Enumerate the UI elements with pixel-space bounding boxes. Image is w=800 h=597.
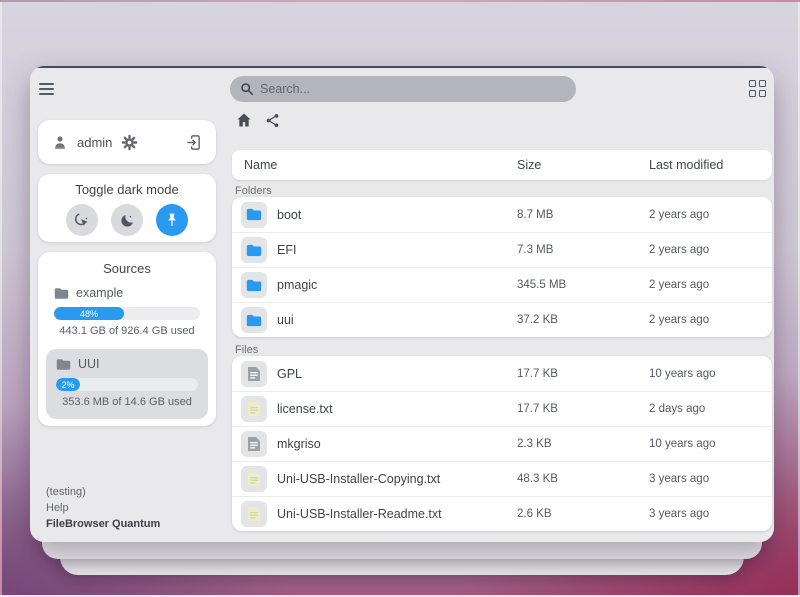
- item-size: 17.7 KB: [517, 403, 649, 415]
- file-row[interactable]: Uni-USB-Installer-Copying.txt 48.3 KB 3 …: [232, 461, 772, 496]
- breadcrumb: [234, 110, 282, 130]
- item-modified: 10 years ago: [649, 368, 772, 380]
- gear-icon: [121, 134, 138, 151]
- moon-icon: [119, 212, 136, 229]
- item-modified: 2 years ago: [649, 279, 772, 291]
- folder-icon: [241, 272, 267, 298]
- text-file-icon: [241, 501, 267, 527]
- item-name: EFI: [277, 243, 296, 257]
- view-mode-grid-button[interactable]: [749, 80, 767, 98]
- search-bar[interactable]: [230, 76, 576, 102]
- auto-theme-button[interactable]: [66, 204, 98, 236]
- logout-button[interactable]: [185, 134, 202, 151]
- item-name: uui: [277, 313, 294, 327]
- source-item-example[interactable]: example: [54, 286, 200, 300]
- usage-text: 353.6 MB of 14.6 GB used: [46, 396, 208, 408]
- version-label: (testing): [46, 484, 160, 500]
- dark-mode-card: Toggle dark mode: [38, 174, 216, 242]
- item-modified: 2 years ago: [649, 314, 772, 326]
- item-size: 48.3 KB: [517, 473, 649, 485]
- item-size: 345.5 MB: [517, 279, 649, 291]
- search-icon: [240, 82, 254, 96]
- folders-section-label: Folders: [235, 185, 272, 197]
- dark-mode-label: Toggle dark mode: [38, 182, 216, 197]
- menu-toggle-button[interactable]: [39, 81, 59, 97]
- item-size: 2.3 KB: [517, 438, 649, 450]
- pushpin-icon: [164, 212, 180, 228]
- item-name: mkgriso: [277, 437, 321, 451]
- listing-header: Name Size Last modified: [232, 150, 772, 180]
- item-size: 2.6 KB: [517, 508, 649, 520]
- sidebar-footer: (testing) Help FileBrowser Quantum: [46, 484, 160, 532]
- column-name[interactable]: Name: [232, 158, 517, 172]
- folder-row[interactable]: EFI 7.3 MB 2 years ago: [232, 232, 772, 267]
- item-name: license.txt: [277, 402, 333, 416]
- file-row[interactable]: GPL 17.7 KB 10 years ago: [232, 356, 772, 391]
- app-brand-link[interactable]: FileBrowser Quantum: [46, 516, 160, 532]
- column-modified[interactable]: Last modified: [649, 158, 772, 172]
- folders-list: boot 8.7 MB 2 years ago EFI 7.3 MB 2 yea…: [232, 197, 772, 337]
- logout-icon: [185, 134, 202, 151]
- document-icon: [241, 361, 267, 387]
- item-modified: 10 years ago: [649, 438, 772, 450]
- usage-progress-fill: 48%: [54, 307, 124, 320]
- share-icon: [265, 113, 280, 128]
- folder-row[interactable]: boot 8.7 MB 2 years ago: [232, 197, 772, 232]
- folder-row[interactable]: pmagic 345.5 MB 2 years ago: [232, 267, 772, 302]
- user-card: admin: [38, 120, 216, 164]
- usage-progress-track: 2%: [56, 378, 198, 391]
- usage-progress-track: 48%: [54, 307, 200, 320]
- item-name: boot: [277, 208, 301, 222]
- document-icon: [241, 431, 267, 457]
- text-file-icon: [241, 466, 267, 492]
- pin-theme-button[interactable]: [156, 204, 188, 236]
- text-file-icon: [241, 396, 267, 422]
- item-name: GPL: [277, 367, 302, 381]
- source-name: example: [76, 286, 123, 300]
- item-modified: 3 years ago: [649, 473, 772, 485]
- settings-button[interactable]: [121, 134, 138, 151]
- item-name: Uni-USB-Installer-Copying.txt: [277, 472, 440, 486]
- file-row[interactable]: license.txt 17.7 KB 2 days ago: [232, 391, 772, 426]
- folder-icon: [241, 202, 267, 228]
- username-label: admin: [77, 135, 112, 150]
- column-size[interactable]: Size: [517, 158, 649, 172]
- usage-progress-fill: 2%: [56, 378, 80, 391]
- share-button[interactable]: [262, 110, 282, 130]
- file-row[interactable]: Uni-USB-Installer-Readme.txt 2.6 KB 3 ye…: [232, 496, 772, 531]
- folder-icon: [241, 237, 267, 263]
- item-size: 8.7 MB: [517, 209, 649, 221]
- user-icon: [52, 134, 68, 150]
- desktop-background: admin: [0, 0, 800, 597]
- item-name: pmagic: [277, 278, 317, 292]
- source-item-uui[interactable]: UUI 2% 353.6 MB of 14.6 GB used: [46, 349, 208, 419]
- usage-text: 443.1 GB of 926.4 GB used: [38, 325, 216, 337]
- item-modified: 2 days ago: [649, 403, 772, 415]
- item-modified: 3 years ago: [649, 508, 772, 520]
- home-button[interactable]: [234, 110, 254, 130]
- home-icon: [236, 112, 252, 128]
- item-modified: 2 years ago: [649, 244, 772, 256]
- folder-icon: [241, 307, 267, 333]
- sources-title: Sources: [38, 252, 216, 276]
- cursor-click-icon: [73, 211, 91, 229]
- dark-theme-button[interactable]: [111, 204, 143, 236]
- item-size: 7.3 MB: [517, 244, 649, 256]
- file-row[interactable]: mkgriso 2.3 KB 10 years ago: [232, 426, 772, 461]
- item-size: 17.7 KB: [517, 368, 649, 380]
- help-link[interactable]: Help: [46, 500, 160, 516]
- sources-card: Sources example 48% 443.1 GB of 926.4 GB…: [38, 252, 216, 426]
- search-input[interactable]: [260, 82, 566, 96]
- source-name: UUI: [78, 357, 100, 371]
- item-modified: 2 years ago: [649, 209, 772, 221]
- folder-icon: [56, 358, 71, 371]
- files-list: GPL 17.7 KB 10 years ago license.txt 17.…: [232, 356, 772, 531]
- folder-icon: [54, 287, 69, 300]
- item-name: Uni-USB-Installer-Readme.txt: [277, 507, 442, 521]
- files-section-label: Files: [235, 344, 258, 356]
- item-size: 37.2 KB: [517, 314, 649, 326]
- filebrowser-window: admin: [30, 66, 774, 542]
- folder-row[interactable]: uui 37.2 KB 2 years ago: [232, 302, 772, 337]
